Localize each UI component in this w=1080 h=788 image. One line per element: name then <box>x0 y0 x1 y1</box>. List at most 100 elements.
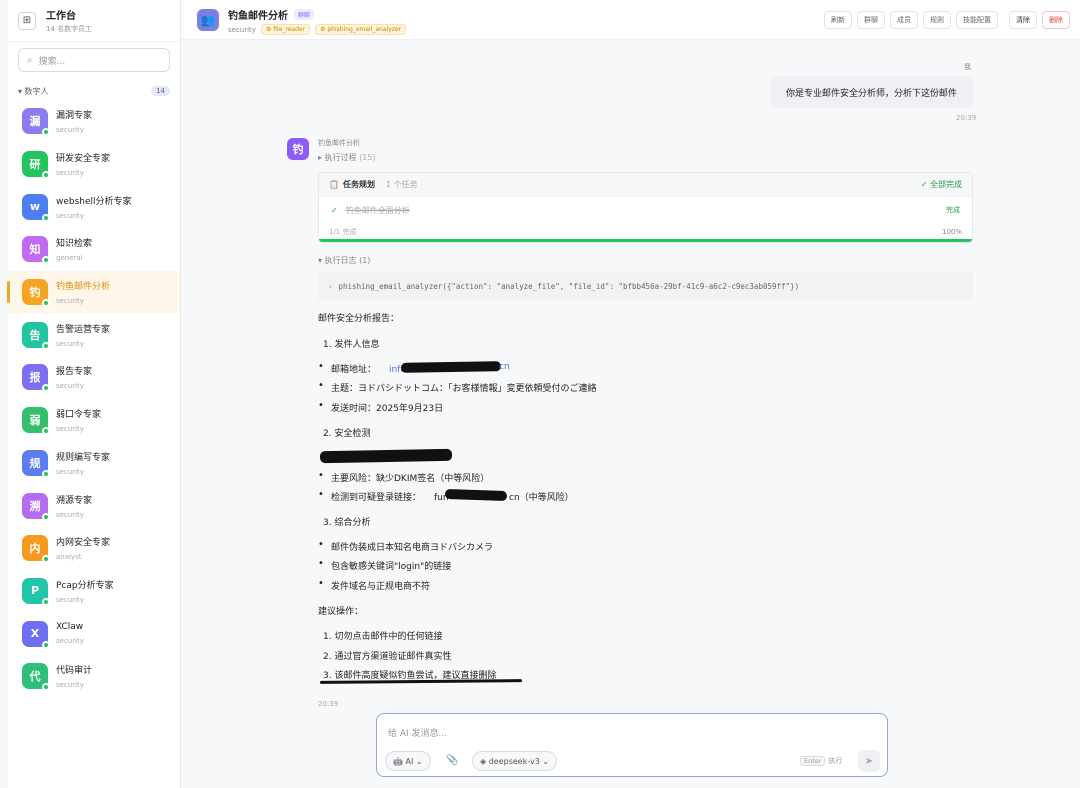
chevron-right-icon: › <box>328 281 333 291</box>
execution-log-toggle[interactable]: ▾ 执行日志 (1) <box>318 255 370 266</box>
agent-category: security <box>56 425 84 434</box>
section-security-check: 2. 安全检测 <box>323 429 371 439</box>
execution-log-entry[interactable]: › phishing_email_analyzer({"action": "an… <box>318 272 973 300</box>
online-status-icon <box>42 384 50 393</box>
sidebar-agent-item[interactable]: w webshell分析专家 security <box>8 185 180 228</box>
agent-avatar: 漏 <box>22 108 50 137</box>
sidebar-agent-item[interactable]: 漏漏洞专家 security <box>8 100 180 143</box>
sidebar-agent-item[interactable]: 知知识检索 general <box>8 228 180 271</box>
agent-name: webshell分析专家 <box>56 196 132 207</box>
bot-avatar: 钓 <box>287 138 309 160</box>
agent-avatar: 代 <box>22 663 50 692</box>
members-button[interactable]: 成员 <box>890 11 918 29</box>
list-item: 邮箱地址：info <box>318 361 406 375</box>
mode-selector[interactable]: 🤖 AI ⌄ <box>385 751 431 771</box>
execution-process-label: ▸ 执行过程 <box>318 153 357 162</box>
list-item: 主要风险：缺少DKIM签名（中等风险） <box>318 470 490 484</box>
agent-category: security <box>56 126 84 135</box>
message-composer[interactable]: 给 AI 发消息... 🤖 AI ⌄ 📎 ◈ deepseek-v3 ⌄ Ent… <box>376 713 888 777</box>
agent-category: security <box>56 211 84 220</box>
sidebar-agent-item[interactable]: 弱弱口令专家 security <box>8 399 180 442</box>
sidebar-agent-item[interactable]: 钓钓鱼邮件分析 security <box>7 270 180 314</box>
enter-key: Enter <box>800 756 826 766</box>
group-chat-button[interactable]: 群聊 <box>857 11 885 29</box>
sidebar-agent-item[interactable]: P Pcap分析专家 security <box>8 570 180 613</box>
report-title: 邮件安全分析报告： <box>318 314 400 324</box>
chat-category: security <box>228 25 256 34</box>
online-status-icon <box>42 341 50 350</box>
skill-config-button[interactable]: 技能配置 <box>956 11 998 29</box>
delete-button[interactable]: 删除 <box>1042 11 1070 29</box>
sidebar: ⊞ 工作台 14 名数字员工 ⌕ 搜索... ▾ 数字人 14 漏漏洞专家 sec… <box>7 0 181 788</box>
message-input[interactable]: 给 AI 发消息... <box>388 726 447 739</box>
enter-hint: Enter 执行 <box>800 756 842 766</box>
chat-meta: security ⚙ file_reader ⚙ phishing_email_… <box>228 24 407 35</box>
list-item: 检测到可疑登录链接：fun <box>318 489 449 503</box>
online-status-icon <box>42 171 50 180</box>
execution-process-toggle[interactable]: ▸ 执行过程 (15) <box>318 152 376 163</box>
sidebar-agent-item[interactable]: 告告警运营专家 security <box>8 313 180 356</box>
refresh-button[interactable]: 刷新 <box>824 11 852 29</box>
chat-header: 👥 钓鱼邮件分析 群聊 security ⚙ file_reader ⚙ phi… <box>181 0 1080 40</box>
agent-category: security <box>56 339 84 348</box>
search-input[interactable]: 搜索... <box>39 54 66 67</box>
agent-name: 钓鱼邮件分析 <box>56 282 111 293</box>
agent-group-count: 14 <box>151 86 170 96</box>
send-button[interactable]: ➤ <box>858 750 880 772</box>
redaction-mark <box>319 448 453 464</box>
agent-category: security <box>56 637 84 646</box>
online-status-icon <box>42 299 50 308</box>
online-status-icon <box>42 597 50 606</box>
tool-tag-label: phishing_email_analyzer <box>327 26 402 33</box>
main-risk: 主要风险：缺少DKIM签名（中等风险） <box>331 474 490 484</box>
sidebar-agent-item[interactable]: 内内网安全专家 analyst <box>8 527 180 570</box>
online-status-icon <box>42 512 50 521</box>
chat-title: 钓鱼邮件分析 群聊 <box>228 7 315 22</box>
agent-name: 弱口令专家 <box>56 410 102 421</box>
tool-tag-file-reader: ⚙ file_reader <box>260 24 311 35</box>
agent-category: security <box>56 681 84 690</box>
online-status-icon <box>42 128 50 137</box>
task-plan-header: 📋 任务规划 · 1 个任务 ✓ 全部完成 <box>319 173 972 197</box>
agent-avatar: P <box>22 577 50 606</box>
robot-icon: 🤖 <box>393 756 403 766</box>
agent-avatar: 告 <box>22 321 50 350</box>
bot-message-time: 20:39 <box>318 700 339 708</box>
sidebar-agent-item[interactable]: 代代码审计 security <box>8 655 180 698</box>
sidebar-agent-item[interactable]: X XClaw security <box>8 612 180 655</box>
agent-category: analyst <box>56 553 82 562</box>
sidebar-agent-item[interactable]: 规规则编写专家 security <box>8 442 180 485</box>
agent-avatar: 溯 <box>22 492 50 521</box>
attachment-icon[interactable]: 📎 <box>446 755 458 766</box>
agent-name: 知识检索 <box>56 239 93 250</box>
send-icon: ➤ <box>864 755 874 767</box>
workspace-title: 工作台 <box>46 11 76 22</box>
agent-name: 漏洞专家 <box>56 111 93 122</box>
search-box[interactable]: ⌕ 搜索... <box>18 48 170 72</box>
workspace-header[interactable]: ⊞ 工作台 14 名数字员工 <box>8 0 180 42</box>
progress-bar <box>319 239 972 242</box>
agent-avatar: 钓 <box>22 279 50 308</box>
agent-list: 漏漏洞专家 security 研研发安全专家 security w webshell分析专… <box>7 100 180 698</box>
agent-name: 溯源专家 <box>56 495 93 506</box>
sidebar-agent-item[interactable]: 报报告专家 security <box>8 356 180 399</box>
agent-category: security <box>56 169 84 178</box>
model-selector[interactable]: ◈ deepseek-v3 ⌄ <box>472 751 558 771</box>
sender-email-link-end[interactable]: cn <box>499 362 510 372</box>
chevron-down-icon: ⌄ <box>542 756 550 766</box>
agent-group-header[interactable]: ▾ 数字人 14 <box>8 84 180 98</box>
redaction-mark <box>400 361 502 373</box>
agent-name: Pcap分析专家 <box>56 580 114 591</box>
sidebar-agent-item[interactable]: 研研发安全专家 security <box>8 143 180 186</box>
online-status-icon <box>42 555 50 564</box>
analysis-point: 包含敏感关键词"login"的链接 <box>331 562 452 572</box>
online-status-icon <box>42 256 50 265</box>
agent-name: 报告专家 <box>56 367 93 378</box>
clear-button[interactable]: 清除 <box>1009 11 1037 29</box>
sidebar-agent-item[interactable]: 溯溯源专家 security <box>8 484 180 527</box>
agent-name: XClaw <box>56 622 84 633</box>
email-send-time: 发送时间：2025年9月23日 <box>331 404 444 414</box>
agent-category: security <box>56 467 84 476</box>
grid-icon: ⊞ <box>18 11 36 30</box>
rules-button[interactable]: 规则 <box>923 11 951 29</box>
